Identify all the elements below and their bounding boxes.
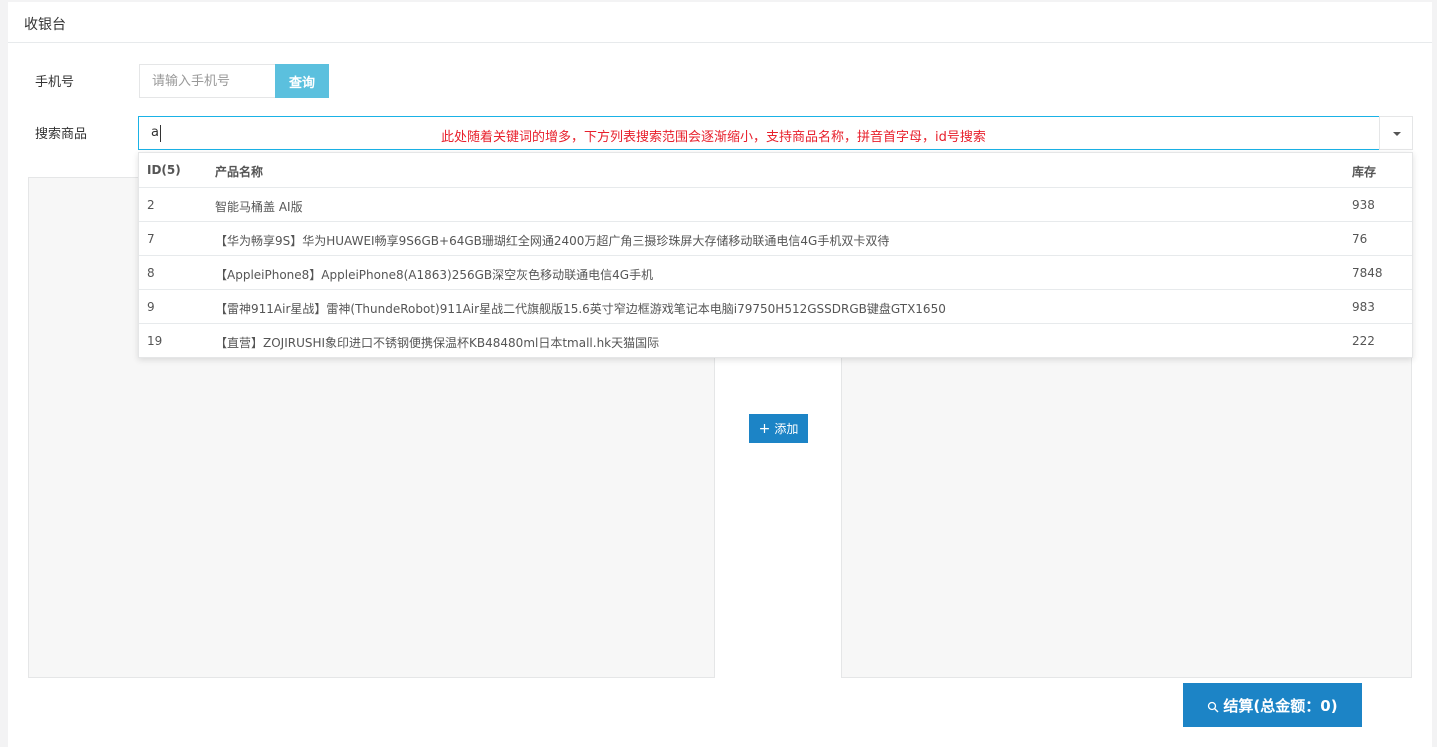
row-id: 7 <box>147 232 155 246</box>
row-id: 19 <box>147 334 163 348</box>
panel-title: 收银台 <box>24 17 66 33</box>
row-name: 【雷神911Air星战】雷神(ThundeRobot)911Air星战二代旗舰版… <box>215 302 946 316</box>
product-search-input[interactable]: a 此处随着关键词的增多，下方列表搜索范围会逐渐缩小，支持商品名称，拼音首字母，… <box>138 116 1383 150</box>
phone-label: 手机号 <box>35 75 75 90</box>
row-name: 【华为畅享9S】华为HUAWEI畅享9S6GB+64GB珊瑚红全网通2400万超… <box>215 234 890 248</box>
row-stock: 76 <box>1352 232 1368 246</box>
cashier-panel: 收银台 手机号 查询 搜索商品 + 添加 a 此处随着关键词的增多，下方列表搜索… <box>8 2 1432 747</box>
search-value: a <box>151 125 159 140</box>
row-id: 2 <box>147 198 155 212</box>
search-label: 搜索商品 <box>35 127 88 142</box>
add-button-label: 添加 <box>774 422 799 436</box>
settle-button[interactable]: 结算(总金额：0) <box>1183 683 1362 727</box>
search-icon <box>1207 699 1219 713</box>
panel-header: 收银台 <box>8 2 1432 43</box>
header-stock: 库存 <box>1352 165 1377 179</box>
row-name: 【直营】ZOJIRUSHI象印进口不锈钢便携保温杯KB48480ml日本tmal… <box>215 336 660 350</box>
row-stock: 983 <box>1352 300 1375 314</box>
plus-icon: + <box>758 420 771 437</box>
row-name: 【AppleiPhone8】AppleiPhone8(A1863)256GB深空… <box>215 268 654 282</box>
dropdown-row[interactable]: 19 【直营】ZOJIRUSHI象印进口不锈钢便携保温杯KB48480ml日本t… <box>139 323 1412 357</box>
phone-input[interactable] <box>139 64 275 98</box>
dropdown-row[interactable]: 8 【AppleiPhone8】AppleiPhone8(A1863)256GB… <box>139 255 1412 289</box>
row-stock: 7848 <box>1352 266 1383 280</box>
row-id: 9 <box>147 300 155 314</box>
row-stock: 938 <box>1352 198 1375 212</box>
row-id: 8 <box>147 266 155 280</box>
dropdown-row[interactable]: 7 【华为畅享9S】华为HUAWEI畅享9S6GB+64GB珊瑚红全网通2400… <box>139 221 1412 255</box>
dropdown-row[interactable]: 9 【雷神911Air星战】雷神(ThundeRobot)911Air星战二代旗… <box>139 289 1412 323</box>
add-button[interactable]: + 添加 <box>749 414 808 443</box>
header-name: 产品名称 <box>215 165 264 179</box>
row-name: 智能马桶盖 AI版 <box>215 200 303 214</box>
header-id: ID(5) <box>147 163 181 177</box>
chevron-down-icon[interactable] <box>1379 116 1413 150</box>
search-results-dropdown: ID(5) 产品名称 库存 2 智能马桶盖 AI版 938 7 【华为畅享9S】… <box>138 152 1413 358</box>
dropdown-header: ID(5) 产品名称 库存 <box>139 153 1412 187</box>
text-caret <box>160 125 161 142</box>
settle-button-label: 结算(总金额：0) <box>1223 696 1338 715</box>
query-button[interactable]: 查询 <box>275 64 329 98</box>
search-annotation: 此处随着关键词的增多，下方列表搜索范围会逐渐缩小，支持商品名称，拼音首字母，id… <box>441 130 986 145</box>
row-stock: 222 <box>1352 334 1375 348</box>
dropdown-row[interactable]: 2 智能马桶盖 AI版 938 <box>139 187 1412 221</box>
